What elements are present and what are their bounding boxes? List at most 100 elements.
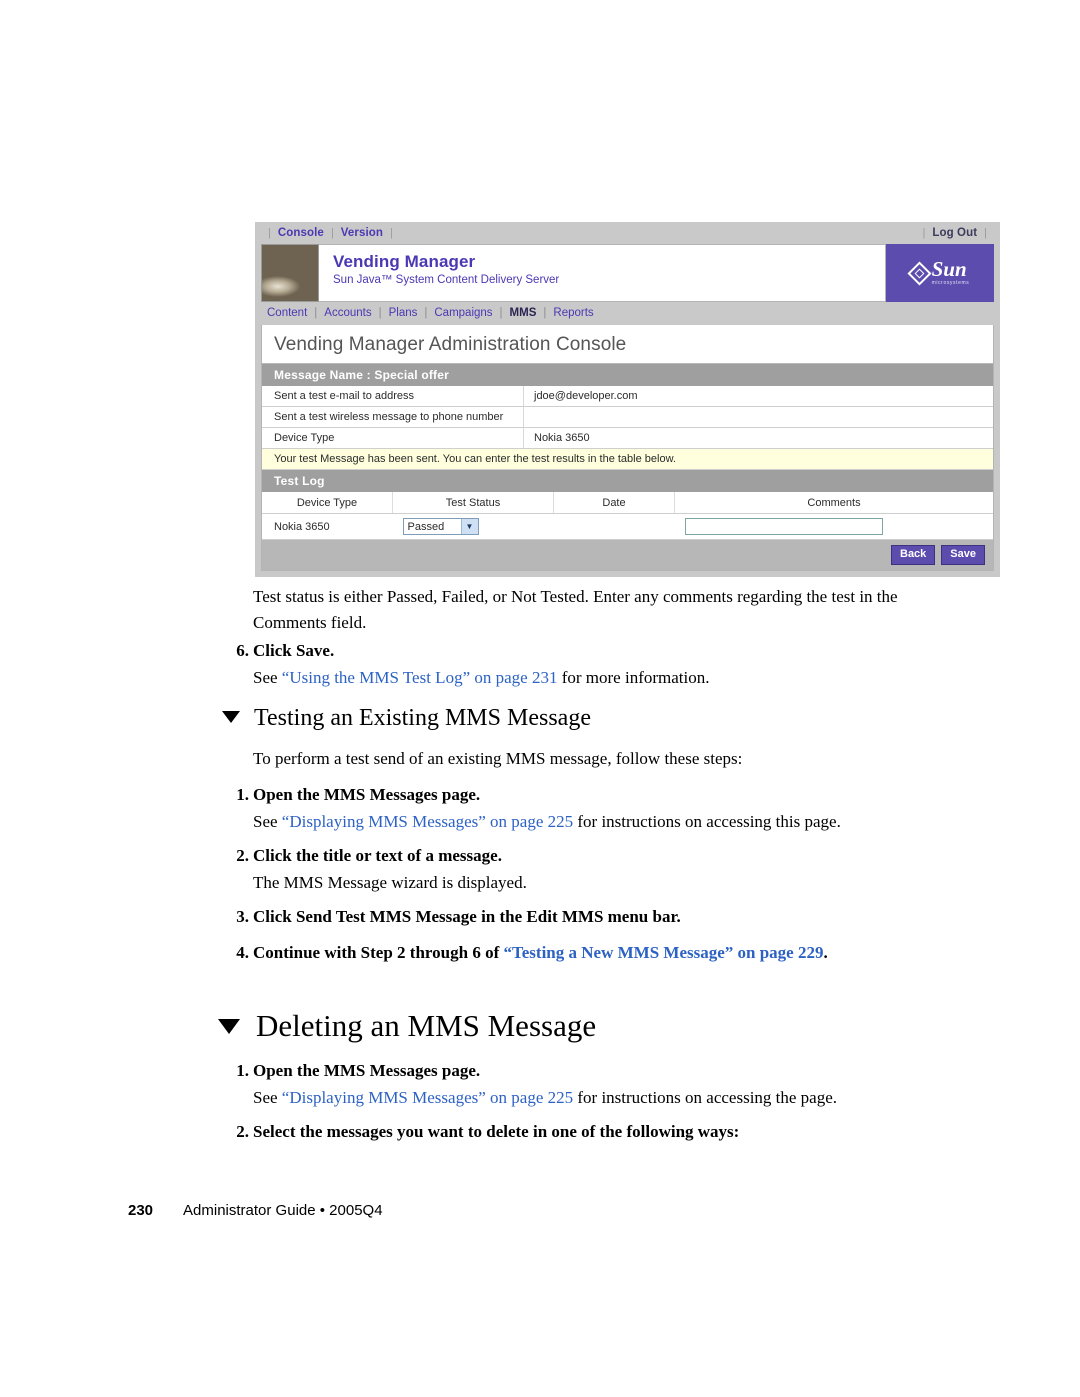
see-suffix: for instructions on accessing the page.	[573, 1088, 838, 1107]
step-text: Click Save.	[253, 641, 335, 660]
nav-item-reports[interactable]: Reports	[553, 307, 593, 319]
deleting-step-1: 1. Open the MMS Messages page.	[236, 1058, 481, 1084]
column-header-date: Date	[553, 492, 675, 514]
info-value	[524, 407, 993, 427]
step-6: 6. Click Save.	[236, 638, 335, 664]
cell-comments	[674, 513, 993, 540]
nav-item-mms[interactable]: MMS	[510, 307, 537, 319]
intro-paragraph: Test status is either Passed, Failed, or…	[253, 587, 898, 632]
info-row: Sent a test e-mail to address jdoe@devel…	[262, 386, 993, 407]
separator-pipe: |	[984, 227, 987, 239]
info-value: Nokia 3650	[534, 432, 590, 444]
console-link[interactable]: Console	[278, 227, 324, 239]
info-row: Device Type Nokia 3650	[262, 428, 993, 449]
step-text: Click the title or text of a message.	[253, 846, 502, 865]
log-out-link[interactable]: Log Out	[932, 227, 977, 239]
nav-separator: |	[378, 307, 382, 319]
step-text: Select the messages you want to delete i…	[253, 1122, 740, 1141]
cell-device-type: Nokia 3650	[262, 513, 393, 540]
see-prefix: See	[253, 812, 282, 831]
save-button[interactable]: Save	[941, 545, 985, 565]
nav-item-content[interactable]: Content	[267, 307, 307, 319]
form-action-bar: Back Save	[262, 540, 993, 570]
testing-step-3: 3. Click Send Test MMS Message in the Edi…	[236, 904, 681, 930]
banner-title-area: Vending Manager Sun Java™ System Content…	[319, 244, 886, 302]
step-number: 1.	[236, 785, 249, 804]
heading-testing-existing-mms: Testing an Existing MMS Message	[222, 705, 591, 732]
cross-reference-link[interactable]: “Displaying MMS Messages” on page 225	[282, 1088, 573, 1107]
see-suffix: for instructions on accessing this page.	[573, 812, 841, 831]
sun-microsystems-logo: Sun microsystems	[886, 244, 994, 302]
cross-reference-link[interactable]: “Using the MMS Test Log” on page 231	[282, 668, 558, 687]
heading-text: Deleting an MMS Message	[256, 1008, 597, 1043]
step-text-suffix: .	[823, 943, 828, 962]
step-number: 2.	[236, 1122, 249, 1141]
nav-separator: |	[499, 307, 503, 319]
vending-photo-thumbnail	[261, 244, 319, 302]
app-subtitle: Sun Java™ System Content Delivery Server	[333, 274, 560, 286]
separator-pipe: |	[390, 227, 393, 239]
step-text: Open the MMS Messages page.	[253, 1061, 481, 1080]
test-log-band: Test Log	[262, 470, 993, 492]
separator-pipe: |	[922, 227, 926, 239]
comments-input[interactable]	[684, 518, 883, 535]
column-header-test-status: Test Status	[392, 492, 554, 514]
message-name-band: Message Name : Special offer	[262, 364, 993, 386]
nav-item-campaigns[interactable]: Campaigns	[434, 307, 492, 319]
table-header-row: Device Type Test Status Date Comments	[262, 492, 993, 514]
testing-step-1: 1. Open the MMS Messages page.	[236, 782, 480, 808]
step-number: 4.	[236, 943, 249, 962]
column-header-device-type: Device Type	[262, 492, 393, 514]
info-row: Sent a test wireless message to phone nu…	[262, 407, 993, 428]
cross-reference-link[interactable]: “Displaying MMS Messages” on page 225	[282, 812, 573, 831]
info-label: Device Type	[262, 428, 524, 448]
nav-item-accounts[interactable]: Accounts	[324, 307, 371, 319]
info-value: jdoe@developer.com	[534, 390, 638, 402]
see-prefix: See	[253, 668, 282, 687]
step-number: 1.	[236, 1061, 249, 1080]
test-status-select[interactable]: Passed ▼	[402, 518, 479, 535]
step-number: 6.	[236, 641, 249, 660]
test-log-table: Device Type Test Status Date Comments No…	[262, 492, 993, 540]
testing-step-1-reference: See “Displaying MMS Messages” on page 22…	[253, 809, 841, 835]
chevron-down-icon: ▼	[460, 519, 478, 534]
step-text-prefix: Continue with Step 2 through 6 of	[253, 943, 504, 962]
console-content-panel: Vending Manager Administration Console M…	[261, 325, 994, 571]
cross-reference-link[interactable]: “Testing a New MMS Message” on page 229	[503, 943, 823, 962]
separator-pipe: |	[268, 227, 271, 239]
cell-date	[553, 513, 675, 540]
info-label: Sent a test e-mail to address	[262, 386, 524, 406]
sun-diamond-icon	[907, 260, 932, 286]
step-number: 2.	[236, 846, 249, 865]
info-label: Sent a test wireless message to phone nu…	[262, 407, 524, 427]
nav-item-plans[interactable]: Plans	[389, 307, 418, 319]
nav-separator: |	[543, 307, 547, 319]
test-status-selected-value: Passed	[407, 520, 445, 533]
sun-wordmark: Sun	[931, 257, 967, 281]
app-nav-bar: Content | Accounts | Plans | Campaigns |…	[255, 302, 1000, 325]
app-title: Vending Manager	[333, 252, 476, 271]
triangle-bullet-icon	[218, 1019, 240, 1035]
console-page-title: Vending Manager Administration Console	[262, 325, 993, 364]
microsystems-wordmark: microsystems	[931, 280, 970, 286]
testing-intro-paragraph: To perform a test send of an existing MM…	[253, 749, 743, 768]
triangle-bullet-icon	[222, 711, 240, 724]
step-text: Click Send Test MMS Message in the Edit …	[253, 907, 681, 926]
heading-deleting-mms: Deleting an MMS Message	[218, 1008, 596, 1044]
nav-separator: |	[424, 307, 428, 319]
deleting-step-2: 2. Select the messages you want to delete…	[236, 1119, 740, 1145]
page-footer: 230 Administrator Guide • 2005Q4	[128, 1202, 383, 1219]
footer-text: Administrator Guide • 2005Q4	[183, 1202, 383, 1219]
see-prefix: See	[253, 1088, 282, 1107]
back-button[interactable]: Back	[891, 545, 936, 565]
testing-step-2-note: The MMS Message wizard is displayed.	[253, 873, 527, 892]
top-bar-left-links: | Console | Version |	[261, 227, 400, 239]
app-top-bar: | Console | Version | | Log Out |	[255, 222, 1000, 244]
heading-text: Testing an Existing MMS Message	[254, 705, 591, 731]
testing-step-2: 2. Click the title or text of a message.	[236, 843, 502, 869]
status-notice-message: Your test Message has been sent. You can…	[262, 449, 993, 470]
step-number: 3.	[236, 907, 249, 926]
version-link[interactable]: Version	[341, 227, 383, 239]
deleting-step-1-reference: See “Displaying MMS Messages” on page 22…	[253, 1085, 837, 1111]
column-header-comments: Comments	[674, 492, 993, 514]
